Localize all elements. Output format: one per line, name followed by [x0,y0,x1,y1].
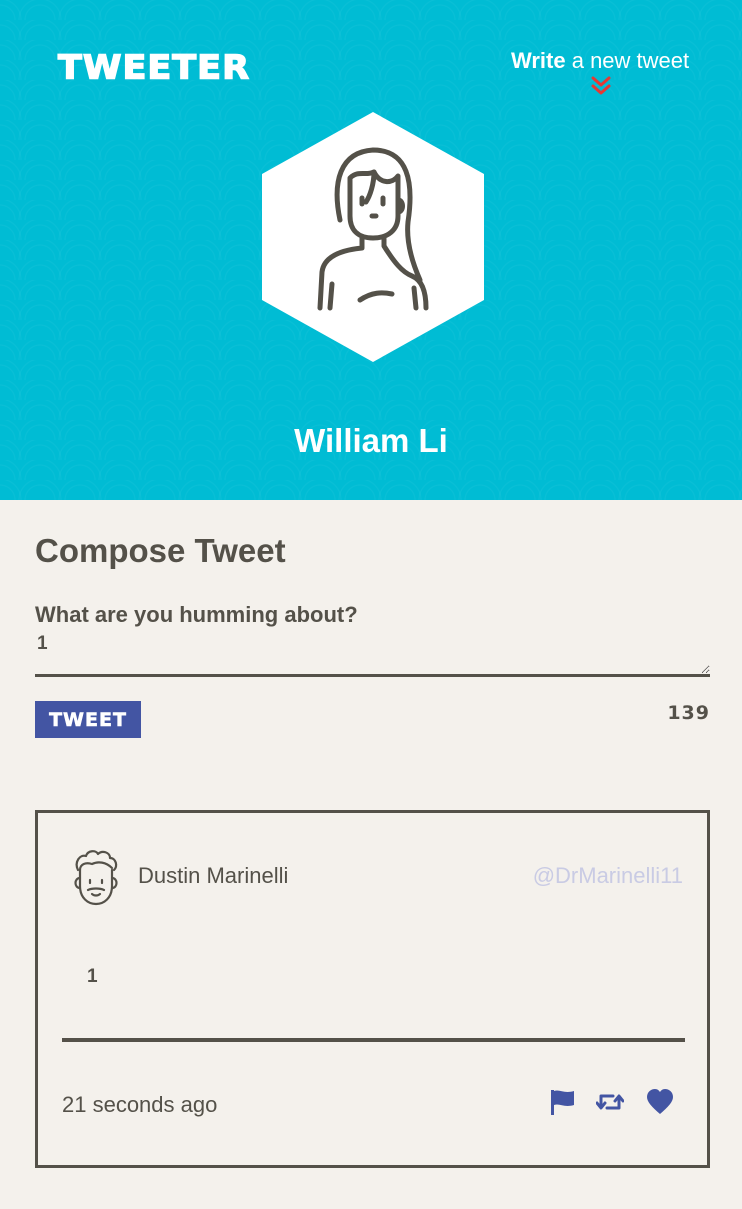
profile-avatar [262,112,484,362]
tweet-timestamp: 21 seconds ago [62,1092,218,1117]
flag-icon[interactable] [548,1089,576,1115]
character-counter: 139 [667,702,710,724]
man-avatar-icon [74,850,118,906]
app-logo[interactable]: TWEETER [57,48,250,87]
write-link-rest: a new tweet [565,48,690,73]
user-name: William Li [294,422,448,459]
compose-label: What are you humming about? [35,602,358,627]
tweet-body: 1 [87,966,98,987]
heart-icon[interactable] [646,1089,674,1115]
tweet-card: Dustin Marinelli @DrMarinelli11 1 21 sec… [35,810,710,1168]
double-chevron-down-icon[interactable] [590,76,612,96]
tweet-divider [62,1038,685,1042]
tweet-text-input[interactable]: 1 [35,630,710,677]
tweet-button[interactable]: TWEET [35,701,141,738]
tweet-author-name[interactable]: Dustin Marinelli [138,863,288,889]
write-new-tweet-link[interactable]: Write a new tweet [511,48,689,74]
write-link-bold: Write [511,48,566,73]
tweet-author-handle[interactable]: @DrMarinelli11 [533,863,683,889]
retweet-icon[interactable] [596,1089,624,1115]
profile-header: TWEETER Write a new tweet William Li [0,0,742,500]
compose-title: Compose Tweet [35,532,286,569]
